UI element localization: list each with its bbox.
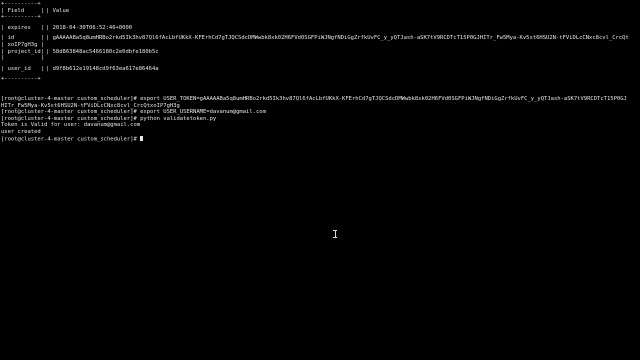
table-cell-field: | id | — [1, 35, 45, 42]
token-table: +----------+ | Field | | Value +--------… — [1, 1, 640, 83]
table-row: | xoIP7gH3g | — [1, 42, 640, 49]
terminal-line: Token is Valid for user: davanum@gmail.c… — [1, 122, 141, 129]
table-cell-value: | 58d863848ac5466180c2e0dbfe180b5c — [46, 48, 159, 55]
table-cell-field: | user_id | — [1, 65, 45, 72]
table-row: | id | | gAAAAABa5q8umHRBo2rkd5Ik3hv87Ql… — [1, 35, 640, 42]
terminal-window[interactable]: +----------+ | Field | | Value +--------… — [0, 0, 640, 360]
table-border-mid: +----------+ — [1, 14, 41, 21]
table-cell-value: | 2018-04-30T06:52:46+0000 — [46, 24, 133, 31]
table-row: | expires | | 2018-04-30T06:52:46+0000 — [1, 25, 640, 32]
table-row: | user_id | | d9f8b612e19148cd9f63ea617e… — [1, 66, 640, 73]
block-cursor-icon — [140, 135, 144, 142]
table-cell-field: | project_id| — [1, 48, 45, 55]
shell-prompt: [root@cluster-4-master custom_scheduler]… — [1, 136, 141, 143]
table-cell-value: | gAAAAABa5q8umHRBo2rkd5Ik3hv87Ql6fAcLbf… — [46, 35, 629, 42]
terminal-output: [root@cluster-4-master custom_scheduler]… — [1, 96, 640, 142]
table-border-bottom: +----------+ — [1, 76, 41, 83]
table-header-value: | Value — [46, 7, 70, 14]
terminal-line: [root@cluster-4-master custom_scheduler]… — [1, 96, 627, 102]
table-cell-field: | expires | — [1, 24, 45, 31]
table-cell-field: | | — [1, 55, 45, 62]
terminal-line: [root@cluster-4-master custom_scheduler]… — [1, 115, 217, 122]
table-row: | | — [1, 55, 640, 62]
prompt-line[interactable]: [root@cluster-4-master custom_scheduler]… — [1, 135, 640, 143]
table-border-top: +----------+ — [1, 1, 41, 7]
table-cell-field: | xoIP7gH3g | — [1, 41, 45, 48]
table-row: | project_id| | 58d863848ac5466180c2e0db… — [1, 49, 640, 56]
terminal-line: [root@cluster-4-master custom_scheduler]… — [1, 109, 266, 116]
terminal-line: HITr_Fw5Mya-Kv5st6HSU2N-tFViDLcCNxc8cvl_… — [1, 102, 180, 109]
table-cell-value: | d9f8b612e19148cd9f63ea617e86464a — [46, 65, 159, 72]
table-header-field: | Field | — [1, 7, 45, 14]
i-beam-cursor-icon — [333, 230, 337, 238]
table-header-row: | Field | | Value — [1, 8, 640, 15]
terminal-line: user created — [1, 128, 41, 135]
